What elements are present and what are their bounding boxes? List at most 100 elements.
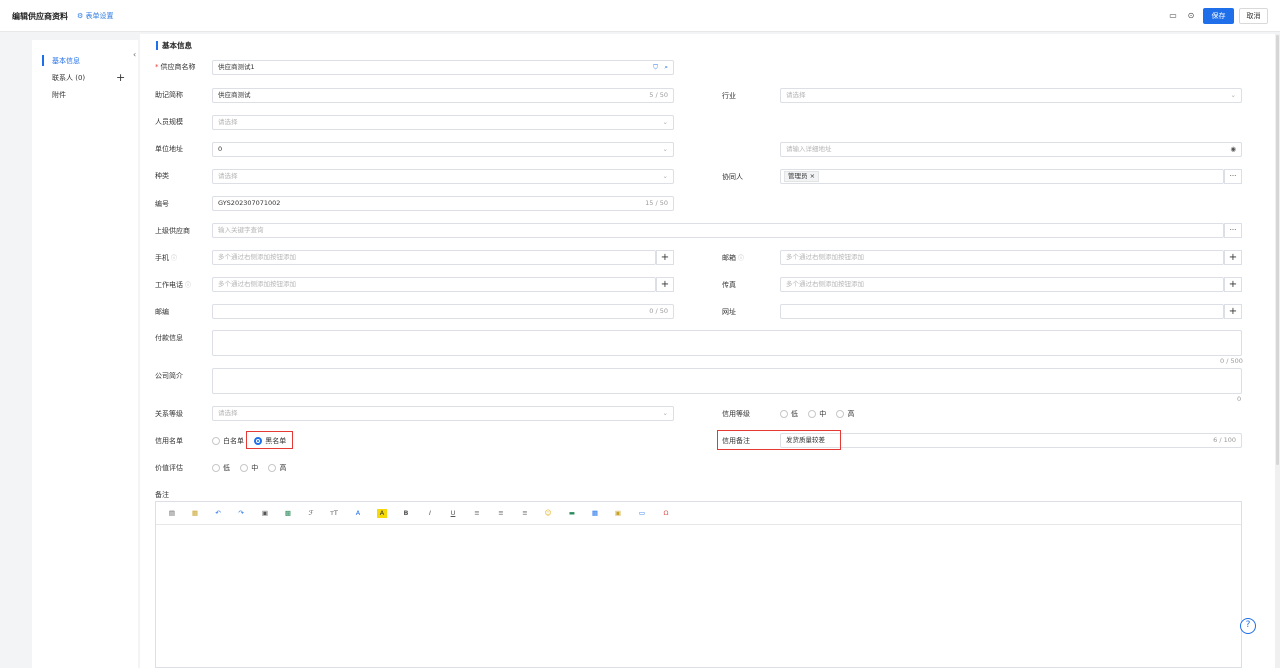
more-button[interactable]: ···	[1224, 169, 1242, 184]
align-right-icon[interactable]: ≡	[520, 509, 530, 518]
value-eval-mid[interactable]: 中	[240, 464, 258, 472]
collaborator-label: 协同人	[722, 173, 743, 181]
relation-level-label: 关系等级	[155, 410, 183, 418]
search-icon[interactable]: ⌕	[664, 61, 668, 74]
shield-icon[interactable]: ⛉	[653, 61, 658, 74]
highlight-icon[interactable]: A	[377, 509, 387, 518]
mobile-input[interactable]: 多个通过右侧添加按钮添加	[212, 250, 656, 265]
value-eval-low[interactable]: 低	[212, 464, 230, 472]
sidebar-item-attachments[interactable]: 附件	[52, 90, 66, 100]
font-size-icon[interactable]: ᴛT	[329, 509, 339, 518]
close-icon[interactable]: ×	[810, 172, 815, 180]
paste-icon[interactable]: ▤	[167, 509, 177, 518]
editor-toolbar: ▤ ▦ ↶ ↷ ▣ ▩ ℱ ᴛT A A B I U ≡ ≡ ≡ ☺ ▬ ▦ ▣…	[156, 502, 1241, 525]
value-eval-high[interactable]: 高	[268, 464, 286, 472]
save-button[interactable]: 保存	[1203, 8, 1234, 24]
chevron-down-icon: ⌄	[1230, 91, 1236, 99]
remark-label: 备注	[155, 491, 169, 499]
category-label: 种类	[155, 172, 169, 180]
sidebar-item-basic-info[interactable]: 基本信息	[52, 56, 80, 66]
supplier-name-input[interactable]: 供应商测试1 ⛉ ⌕	[212, 60, 674, 75]
table-icon[interactable]: ▦	[590, 509, 600, 518]
postcode-label: 邮编	[155, 308, 169, 316]
bold-icon[interactable]: B	[401, 509, 411, 518]
more-button[interactable]: ···	[1224, 223, 1242, 238]
intro-count: 0	[1237, 395, 1242, 403]
address-label: 单位地址	[155, 145, 183, 153]
work-phone-input[interactable]: 多个通过右侧添加按钮添加	[212, 277, 656, 292]
intro-textarea[interactable]	[212, 368, 1242, 394]
category-select[interactable]: 请选择 ⌄	[212, 169, 674, 184]
staff-size-select[interactable]: 请选择 ⌄	[212, 115, 674, 130]
image-icon[interactable]: ▣	[613, 509, 623, 518]
align-center-icon[interactable]: ≡	[496, 509, 506, 518]
payment-textarea[interactable]	[212, 330, 1242, 356]
chevron-down-icon: ⌄	[662, 409, 668, 417]
industry-label: 行业	[722, 92, 736, 100]
settings-circle-icon[interactable]: ⊙	[1186, 11, 1196, 21]
fax-input[interactable]: 多个通过右侧添加按钮添加	[780, 277, 1224, 292]
collapse-icon[interactable]: ‹	[133, 50, 136, 59]
scrollbar-thumb[interactable]	[1276, 35, 1279, 465]
cancel-button[interactable]: 取消	[1239, 8, 1268, 24]
postcode-input[interactable]: 0 / 50	[212, 304, 674, 319]
emoji-icon[interactable]: ☺	[543, 509, 553, 518]
form-settings-label: 表单设置	[85, 12, 114, 20]
mnemonic-input[interactable]: 供应商测试 5 / 50	[212, 88, 674, 103]
undo-icon[interactable]: ↶	[213, 509, 223, 518]
monitor-icon[interactable]: ▭	[1168, 11, 1178, 21]
format-painter-icon[interactable]: ▣	[260, 509, 270, 518]
credit-level-high[interactable]: 高	[836, 410, 854, 418]
parent-supplier-input[interactable]: 输入关键字查询	[212, 223, 1224, 238]
staff-size-label: 人员规模	[155, 118, 183, 126]
credit-note-input[interactable]: 发货质量较差 6 / 100	[780, 433, 1242, 448]
add-work-phone-button[interactable]: +	[656, 277, 674, 292]
font-family-icon[interactable]: ℱ	[306, 509, 316, 518]
website-input[interactable]	[780, 304, 1224, 319]
add-mobile-button[interactable]: +	[656, 250, 674, 265]
code-input[interactable]: GYS202307071002 15 / 50	[212, 196, 674, 211]
form-settings-link[interactable]: ⚙ 表单设置	[77, 11, 114, 21]
italic-icon[interactable]: I	[425, 509, 435, 518]
add-contact-icon[interactable]: +	[116, 71, 125, 84]
sidebar: ‹ 基本信息 联系人 (0) + 附件	[32, 40, 138, 668]
email-input[interactable]: 多个通过右侧添加按钮添加	[780, 250, 1224, 265]
address-detail-input[interactable]: 请输入详细地址 ◉	[780, 142, 1242, 157]
top-bar: 编辑供应商资料 ⚙ 表单设置 ▭ ⊙ 保存 取消	[0, 0, 1280, 32]
mnemonic-count: 5 / 50	[649, 91, 668, 99]
collaborator-input[interactable]: 管理员 ×	[780, 169, 1224, 184]
relation-level-placeholder: 请选择	[218, 409, 238, 417]
active-indicator	[42, 55, 44, 66]
align-left-icon[interactable]: ≡	[472, 509, 482, 518]
address-select[interactable]: 0 ⌄	[212, 142, 674, 157]
font-color-icon[interactable]: A	[353, 509, 363, 518]
add-fax-button[interactable]: +	[1224, 277, 1242, 292]
info-icon: ⓘ	[171, 255, 178, 262]
sidebar-item-contacts[interactable]: 联系人 (0)	[52, 73, 85, 83]
payment-label: 付款信息	[155, 334, 183, 342]
rich-text-editor[interactable]: ▤ ▦ ↶ ↷ ▣ ▩ ℱ ᴛT A A B I U ≡ ≡ ≡ ☺ ▬ ▦ ▣…	[155, 501, 1242, 668]
credit-level-mid[interactable]: 中	[808, 410, 826, 418]
help-icon[interactable]: ?	[1240, 618, 1256, 634]
location-icon[interactable]: ◉	[1230, 143, 1236, 156]
credit-level-low[interactable]: 低	[780, 410, 798, 418]
credit-list-white[interactable]: 白名单	[212, 437, 244, 445]
code-value: GYS202307071002	[218, 199, 281, 207]
payment-count: 0 / 500	[1220, 357, 1243, 365]
redo-icon[interactable]: ↷	[236, 509, 246, 518]
collaborator-tag[interactable]: 管理员 ×	[784, 171, 820, 182]
hr-icon[interactable]: ▭	[637, 509, 647, 518]
relation-level-select[interactable]: 请选择 ⌄	[212, 406, 674, 421]
paste-word-icon[interactable]: ▦	[190, 509, 200, 518]
chevron-down-icon: ⌄	[662, 172, 668, 180]
clear-format-icon[interactable]: ▩	[283, 509, 293, 518]
add-website-button[interactable]: +	[1224, 304, 1242, 319]
special-char-icon[interactable]: Ω	[661, 509, 671, 518]
underline-icon[interactable]: U	[448, 509, 458, 518]
industry-select[interactable]: 请选择 ⌄	[780, 88, 1242, 103]
add-email-button[interactable]: +	[1224, 250, 1242, 265]
highlight-box-credit-note	[717, 430, 841, 450]
link-icon[interactable]: ▬	[567, 509, 577, 518]
supplier-name-value: 供应商测试1	[218, 63, 255, 71]
info-icon: ⓘ	[738, 255, 745, 262]
